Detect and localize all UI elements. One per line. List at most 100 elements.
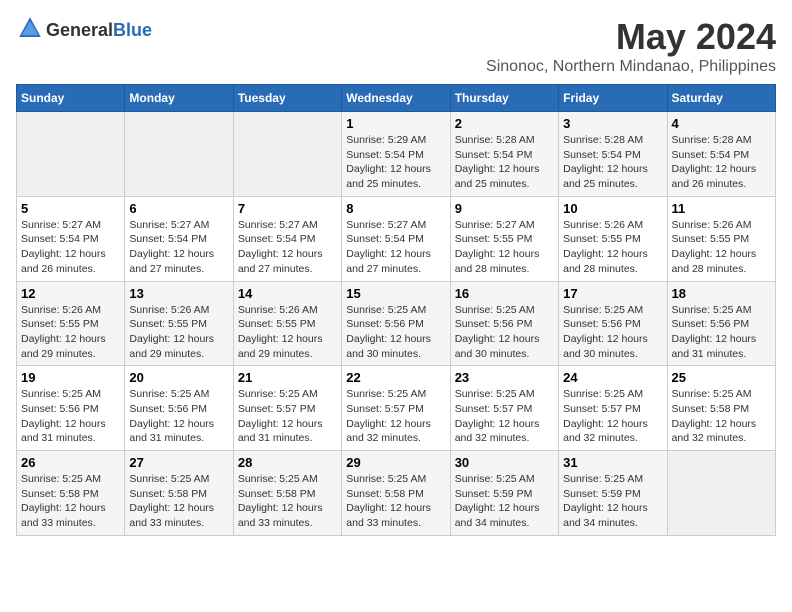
day-cell: 27 Sunrise: 5:25 AM Sunset: 5:58 PM Dayli… [125, 451, 233, 536]
day-info: Sunrise: 5:25 AM Sunset: 5:59 PM Dayligh… [563, 472, 662, 531]
day-info: Sunrise: 5:25 AM Sunset: 5:57 PM Dayligh… [238, 387, 337, 446]
week-row-5: 26 Sunrise: 5:25 AM Sunset: 5:58 PM Dayli… [17, 451, 776, 536]
week-row-3: 12 Sunrise: 5:26 AM Sunset: 5:55 PM Dayli… [17, 281, 776, 366]
col-header-thursday: Thursday [450, 85, 558, 112]
col-header-monday: Monday [125, 85, 233, 112]
day-cell: 8 Sunrise: 5:27 AM Sunset: 5:54 PM Daylig… [342, 196, 450, 281]
day-cell: 4 Sunrise: 5:28 AM Sunset: 5:54 PM Daylig… [667, 112, 775, 197]
day-cell: 28 Sunrise: 5:25 AM Sunset: 5:58 PM Dayli… [233, 451, 341, 536]
day-cell [667, 451, 775, 536]
day-cell: 18 Sunrise: 5:25 AM Sunset: 5:56 PM Dayli… [667, 281, 775, 366]
day-info: Sunrise: 5:25 AM Sunset: 5:56 PM Dayligh… [672, 303, 771, 362]
day-number: 3 [563, 116, 662, 131]
col-header-tuesday: Tuesday [233, 85, 341, 112]
day-info: Sunrise: 5:25 AM Sunset: 5:58 PM Dayligh… [21, 472, 120, 531]
day-number: 22 [346, 370, 445, 385]
day-number: 8 [346, 201, 445, 216]
week-row-4: 19Sunrise: 5:25 AM Sunset: 5:56 PM Dayli… [17, 366, 776, 451]
day-cell: 17Sunrise: 5:25 AM Sunset: 5:56 PM Dayli… [559, 281, 667, 366]
day-info: Sunrise: 5:28 AM Sunset: 5:54 PM Dayligh… [563, 133, 662, 192]
day-info: Sunrise: 5:25 AM Sunset: 5:57 PM Dayligh… [563, 387, 662, 446]
day-cell: 6Sunrise: 5:27 AM Sunset: 5:54 PM Daylig… [125, 196, 233, 281]
day-info: Sunrise: 5:26 AM Sunset: 5:55 PM Dayligh… [21, 303, 120, 362]
logo-blue: Blue [113, 20, 152, 40]
day-info: Sunrise: 5:25 AM Sunset: 5:58 PM Dayligh… [346, 472, 445, 531]
day-cell: 24 Sunrise: 5:25 AM Sunset: 5:57 PM Dayli… [559, 366, 667, 451]
day-number: 21 [238, 370, 337, 385]
day-info: Sunrise: 5:27 AM Sunset: 5:55 PM Dayligh… [455, 218, 554, 277]
day-cell: 26 Sunrise: 5:25 AM Sunset: 5:58 PM Dayli… [17, 451, 125, 536]
day-info: Sunrise: 5:29 AM Sunset: 5:54 PM Dayligh… [346, 133, 445, 192]
day-info: Sunrise: 5:25 AM Sunset: 5:57 PM Dayligh… [455, 387, 554, 446]
day-info: Sunrise: 5:25 AM Sunset: 5:56 PM Dayligh… [455, 303, 554, 362]
day-number: 9 [455, 201, 554, 216]
day-info: Sunrise: 5:27 AM Sunset: 5:54 PM Dayligh… [346, 218, 445, 277]
day-number: 14 [238, 286, 337, 301]
day-info: Sunrise: 5:26 AM Sunset: 5:55 PM Dayligh… [563, 218, 662, 277]
day-cell: 13Sunrise: 5:26 AM Sunset: 5:55 PM Dayli… [125, 281, 233, 366]
day-number: 24 [563, 370, 662, 385]
day-number: 31 [563, 455, 662, 470]
day-cell: 2Sunrise: 5:28 AM Sunset: 5:54 PM Daylig… [450, 112, 558, 197]
col-header-wednesday: Wednesday [342, 85, 450, 112]
day-number: 15 [346, 286, 445, 301]
day-info: Sunrise: 5:28 AM Sunset: 5:54 PM Dayligh… [455, 133, 554, 192]
calendar-table: SundayMondayTuesdayWednesdayThursdayFrid… [16, 84, 776, 536]
day-number: 25 [672, 370, 771, 385]
day-cell: 15 Sunrise: 5:25 AM Sunset: 5:56 PM Dayli… [342, 281, 450, 366]
day-cell: 16 Sunrise: 5:25 AM Sunset: 5:56 PM Dayli… [450, 281, 558, 366]
day-cell [233, 112, 341, 197]
day-info: Sunrise: 5:27 AM Sunset: 5:54 PM Dayligh… [238, 218, 337, 277]
day-number: 26 [21, 455, 120, 470]
day-number: 4 [672, 116, 771, 131]
day-cell: 10 Sunrise: 5:26 AM Sunset: 5:55 PM Dayli… [559, 196, 667, 281]
title-area: May 2024 Sinonoc, Northern Mindanao, Phi… [486, 16, 776, 76]
week-row-2: 5Sunrise: 5:27 AM Sunset: 5:54 PM Daylig… [17, 196, 776, 281]
day-info: Sunrise: 5:25 AM Sunset: 5:56 PM Dayligh… [129, 387, 228, 446]
day-info: Sunrise: 5:26 AM Sunset: 5:55 PM Dayligh… [238, 303, 337, 362]
day-number: 27 [129, 455, 228, 470]
header: GeneralBlue May 2024 Sinonoc, Northern M… [16, 16, 776, 76]
logo: GeneralBlue [16, 16, 152, 45]
day-cell: 11Sunrise: 5:26 AM Sunset: 5:55 PM Dayli… [667, 196, 775, 281]
logo-text: GeneralBlue [46, 20, 152, 41]
day-cell: 31 Sunrise: 5:25 AM Sunset: 5:59 PM Dayli… [559, 451, 667, 536]
main-title: May 2024 [486, 16, 776, 58]
day-info: Sunrise: 5:25 AM Sunset: 5:57 PM Dayligh… [346, 387, 445, 446]
day-number: 10 [563, 201, 662, 216]
day-cell: 3 Sunrise: 5:28 AM Sunset: 5:54 PM Daylig… [559, 112, 667, 197]
day-info: Sunrise: 5:25 AM Sunset: 5:58 PM Dayligh… [129, 472, 228, 531]
day-cell: 20Sunrise: 5:25 AM Sunset: 5:56 PM Dayli… [125, 366, 233, 451]
logo-block [16, 16, 42, 45]
day-number: 30 [455, 455, 554, 470]
day-info: Sunrise: 5:25 AM Sunset: 5:56 PM Dayligh… [346, 303, 445, 362]
day-number: 17 [563, 286, 662, 301]
day-info: Sunrise: 5:25 AM Sunset: 5:59 PM Dayligh… [455, 472, 554, 531]
day-number: 29 [346, 455, 445, 470]
day-number: 28 [238, 455, 337, 470]
day-cell: 7 Sunrise: 5:27 AM Sunset: 5:54 PM Daylig… [233, 196, 341, 281]
logo-general: General [46, 20, 113, 40]
col-header-sunday: Sunday [17, 85, 125, 112]
day-cell: 14 Sunrise: 5:26 AM Sunset: 5:55 PM Dayli… [233, 281, 341, 366]
day-number: 1 [346, 116, 445, 131]
day-info: Sunrise: 5:25 AM Sunset: 5:58 PM Dayligh… [672, 387, 771, 446]
day-number: 12 [21, 286, 120, 301]
day-info: Sunrise: 5:25 AM Sunset: 5:56 PM Dayligh… [21, 387, 120, 446]
day-cell: 30 Sunrise: 5:25 AM Sunset: 5:59 PM Dayli… [450, 451, 558, 536]
day-cell: 29 Sunrise: 5:25 AM Sunset: 5:58 PM Dayli… [342, 451, 450, 536]
day-number: 18 [672, 286, 771, 301]
col-header-friday: Friday [559, 85, 667, 112]
day-cell: 25 Sunrise: 5:25 AM Sunset: 5:58 PM Dayli… [667, 366, 775, 451]
day-number: 16 [455, 286, 554, 301]
day-cell: 21 Sunrise: 5:25 AM Sunset: 5:57 PM Dayli… [233, 366, 341, 451]
day-number: 11 [672, 201, 771, 216]
day-cell: 9 Sunrise: 5:27 AM Sunset: 5:55 PM Daylig… [450, 196, 558, 281]
day-cell [17, 112, 125, 197]
day-info: Sunrise: 5:28 AM Sunset: 5:54 PM Dayligh… [672, 133, 771, 192]
day-info: Sunrise: 5:25 AM Sunset: 5:58 PM Dayligh… [238, 472, 337, 531]
day-number: 7 [238, 201, 337, 216]
day-cell [125, 112, 233, 197]
day-cell: 23Sunrise: 5:25 AM Sunset: 5:57 PM Dayli… [450, 366, 558, 451]
week-row-1: 1 Sunrise: 5:29 AM Sunset: 5:54 PM Daylig… [17, 112, 776, 197]
